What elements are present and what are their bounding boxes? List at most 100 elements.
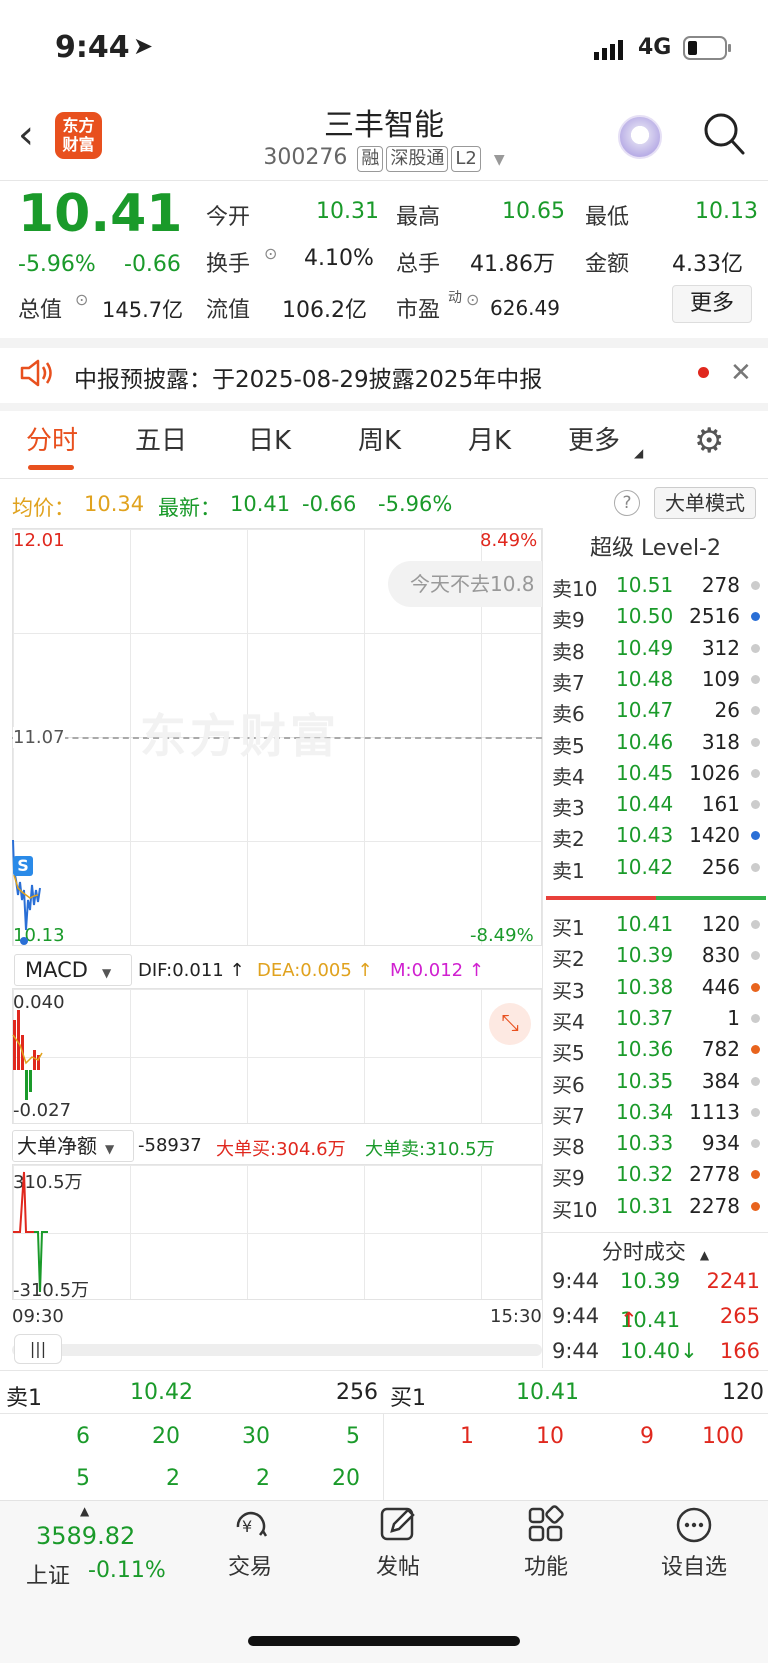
- orderbook-volume: 830: [701, 943, 740, 968]
- index-value[interactable]: 3589.82: [36, 1522, 135, 1550]
- orderbook-row[interactable]: 卖3 10.44 161: [550, 788, 766, 820]
- nav-add-watchlist[interactable]: 设自选: [634, 1505, 754, 1581]
- tab-monthly-k[interactable]: 月K: [468, 420, 511, 457]
- big-order-indicator-select[interactable]: 大单净额 ▼: [12, 1130, 134, 1162]
- dropdown-triangle-icon: ▼: [493, 152, 505, 168]
- scroll-handle[interactable]: |||: [14, 1334, 62, 1364]
- tag-l2: L2: [451, 146, 481, 172]
- orderbook-price: 10.39: [616, 943, 674, 968]
- signal-s-badge[interactable]: S: [13, 856, 33, 876]
- orderbook-volume: 446: [701, 974, 740, 999]
- orderbook-row[interactable]: 卖4 10.45 1026: [550, 757, 766, 789]
- orderbook-row[interactable]: 卖1 10.42 256: [550, 851, 766, 883]
- orderbook-row[interactable]: 买1 10.41 120: [550, 908, 766, 940]
- macd-chart[interactable]: [12, 988, 542, 1124]
- latest-value: 10.41: [230, 492, 291, 516]
- ask-bid-split-green: [656, 896, 766, 900]
- orderbook-row[interactable]: 买10 10.31 2278: [550, 1190, 766, 1222]
- orderbook-row[interactable]: 买7 10.34 1113: [550, 1096, 766, 1128]
- macd-bars: [12, 1010, 43, 1100]
- orderbook-dot: [751, 800, 760, 810]
- orderbook-price: 10.49: [616, 635, 674, 660]
- notice-text[interactable]: 中报预披露：于2025-08-29披露2025年中报: [74, 360, 542, 394]
- orderbook-volume: 782: [701, 1037, 740, 1062]
- tab-daily-k[interactable]: 日K: [248, 420, 291, 457]
- queue-volume: 2: [256, 1466, 270, 1491]
- change-percent: -5.96%: [18, 252, 96, 277]
- orderbook-row[interactable]: 卖6 10.47 26: [550, 694, 766, 726]
- trades-title[interactable]: 分时成交 ▲: [543, 1236, 768, 1266]
- tab-5day[interactable]: 五日: [135, 420, 187, 457]
- avg-price-label: 均价：: [12, 496, 75, 520]
- chart-scrollbar[interactable]: [12, 1344, 542, 1356]
- orderbook-volume: 934: [701, 1131, 740, 1156]
- orderbook-row[interactable]: 买9 10.32 2778: [550, 1158, 766, 1190]
- stock-detail-page: 9:44 ➤ 4G ‹ 东方 财富 三丰智能 300276 融深股通 L2 ▼ 1…: [0, 0, 768, 1663]
- stock-code: 300276: [263, 145, 348, 170]
- robot-assistant-icon[interactable]: [618, 115, 662, 159]
- orderbook-row[interactable]: 买8 10.33 934: [550, 1127, 766, 1159]
- tab-more[interactable]: 更多: [568, 420, 620, 457]
- big-order-chart[interactable]: [12, 1164, 542, 1300]
- orderbook-price: 10.48: [616, 666, 674, 691]
- help-question-icon[interactable]: ?: [614, 490, 640, 516]
- nav-trade[interactable]: ¥ 交易: [190, 1505, 310, 1581]
- macd-indicator-select[interactable]: MACD ▼: [14, 954, 132, 986]
- trade-time: 9:44: [552, 1269, 600, 1293]
- tab-weekly-k[interactable]: 周K: [358, 420, 401, 457]
- orderbook-row[interactable]: 卖2 10.43 1420: [550, 819, 766, 852]
- orderbook-row[interactable]: 买6 10.35 384: [550, 1065, 766, 1097]
- orderbook-volume: 2516: [689, 604, 740, 629]
- speaker-icon: [18, 358, 54, 392]
- orderbook-level: 卖7: [552, 670, 585, 695]
- orderbook-volume: 318: [701, 729, 740, 754]
- orderbook-dot: [751, 920, 760, 929]
- nav-add-watchlist-label: 设自选: [660, 1555, 727, 1580]
- turnover-value: 4.10%: [304, 246, 374, 271]
- triangle-up-icon: ▲: [80, 1504, 90, 1518]
- orderbook-row[interactable]: 卖5 10.46 318: [550, 726, 766, 758]
- orderbook-row[interactable]: 买5 10.36 782: [550, 1033, 766, 1066]
- orderbook-row[interactable]: 卖10 10.51 278: [550, 569, 766, 601]
- settings-gear-icon[interactable]: ⚙: [694, 424, 724, 458]
- orderbook-level: 买5: [552, 1041, 585, 1066]
- orderbook-level: 买4: [552, 1009, 585, 1034]
- orderbook-volume: 384: [701, 1068, 740, 1093]
- grid-function-icon: [526, 1505, 566, 1545]
- big-order-mode-button[interactable]: 大单模式: [654, 487, 756, 519]
- comment-bubble[interactable]: 今天不去10.8: [388, 561, 542, 607]
- queue-volume: 20: [332, 1466, 360, 1491]
- orderbook-volume: 109: [701, 666, 740, 691]
- search-icon[interactable]: [702, 110, 746, 162]
- high-label: 最高: [396, 205, 441, 230]
- y-label-bottom-pct: -8.49%: [470, 925, 534, 946]
- y-label-mid: 11.07: [13, 727, 65, 748]
- orderbook-row[interactable]: 买3 10.38 446: [550, 971, 766, 1003]
- big-order-label: 大单净额: [17, 1134, 97, 1158]
- info-dots-icon[interactable]: ⊙: [75, 290, 88, 309]
- low-label: 最低: [585, 205, 630, 230]
- expand-arrows-icon[interactable]: ⤡: [489, 1003, 531, 1045]
- trade-yuan-icon: ¥: [230, 1505, 270, 1545]
- info-dots-icon[interactable]: ⊙: [466, 290, 479, 309]
- tab-intraday[interactable]: 分时: [26, 420, 78, 457]
- queue-sell-vol: 256: [336, 1380, 378, 1405]
- nav-function[interactable]: 功能: [486, 1505, 606, 1581]
- orderbook-dot: [751, 581, 760, 590]
- nav-post[interactable]: 发帖: [338, 1505, 458, 1581]
- orderbook-dot: [751, 862, 760, 872]
- trade-volume: 166: [719, 1339, 760, 1363]
- orderbook-volume: 26: [714, 698, 740, 723]
- info-dots-icon[interactable]: ⊙: [264, 244, 277, 263]
- queue-buy-price: 10.41: [516, 1380, 579, 1405]
- more-fields-button[interactable]: 更多: [672, 285, 752, 323]
- orderbook-row[interactable]: 卖8 10.49 312: [550, 632, 766, 664]
- queue-volume: 5: [76, 1466, 90, 1491]
- orderbook-price: 10.36: [616, 1037, 674, 1062]
- orderbook-level: 卖2: [552, 827, 585, 852]
- orderbook-row[interactable]: 买2 10.39 830: [550, 939, 766, 971]
- orderbook-row[interactable]: 卖9 10.50 2516: [550, 600, 766, 632]
- orderbook-row[interactable]: 买4 10.37 1: [550, 1002, 766, 1034]
- close-icon[interactable]: ✕: [730, 358, 752, 388]
- orderbook-row[interactable]: 卖7 10.48 109: [550, 663, 766, 695]
